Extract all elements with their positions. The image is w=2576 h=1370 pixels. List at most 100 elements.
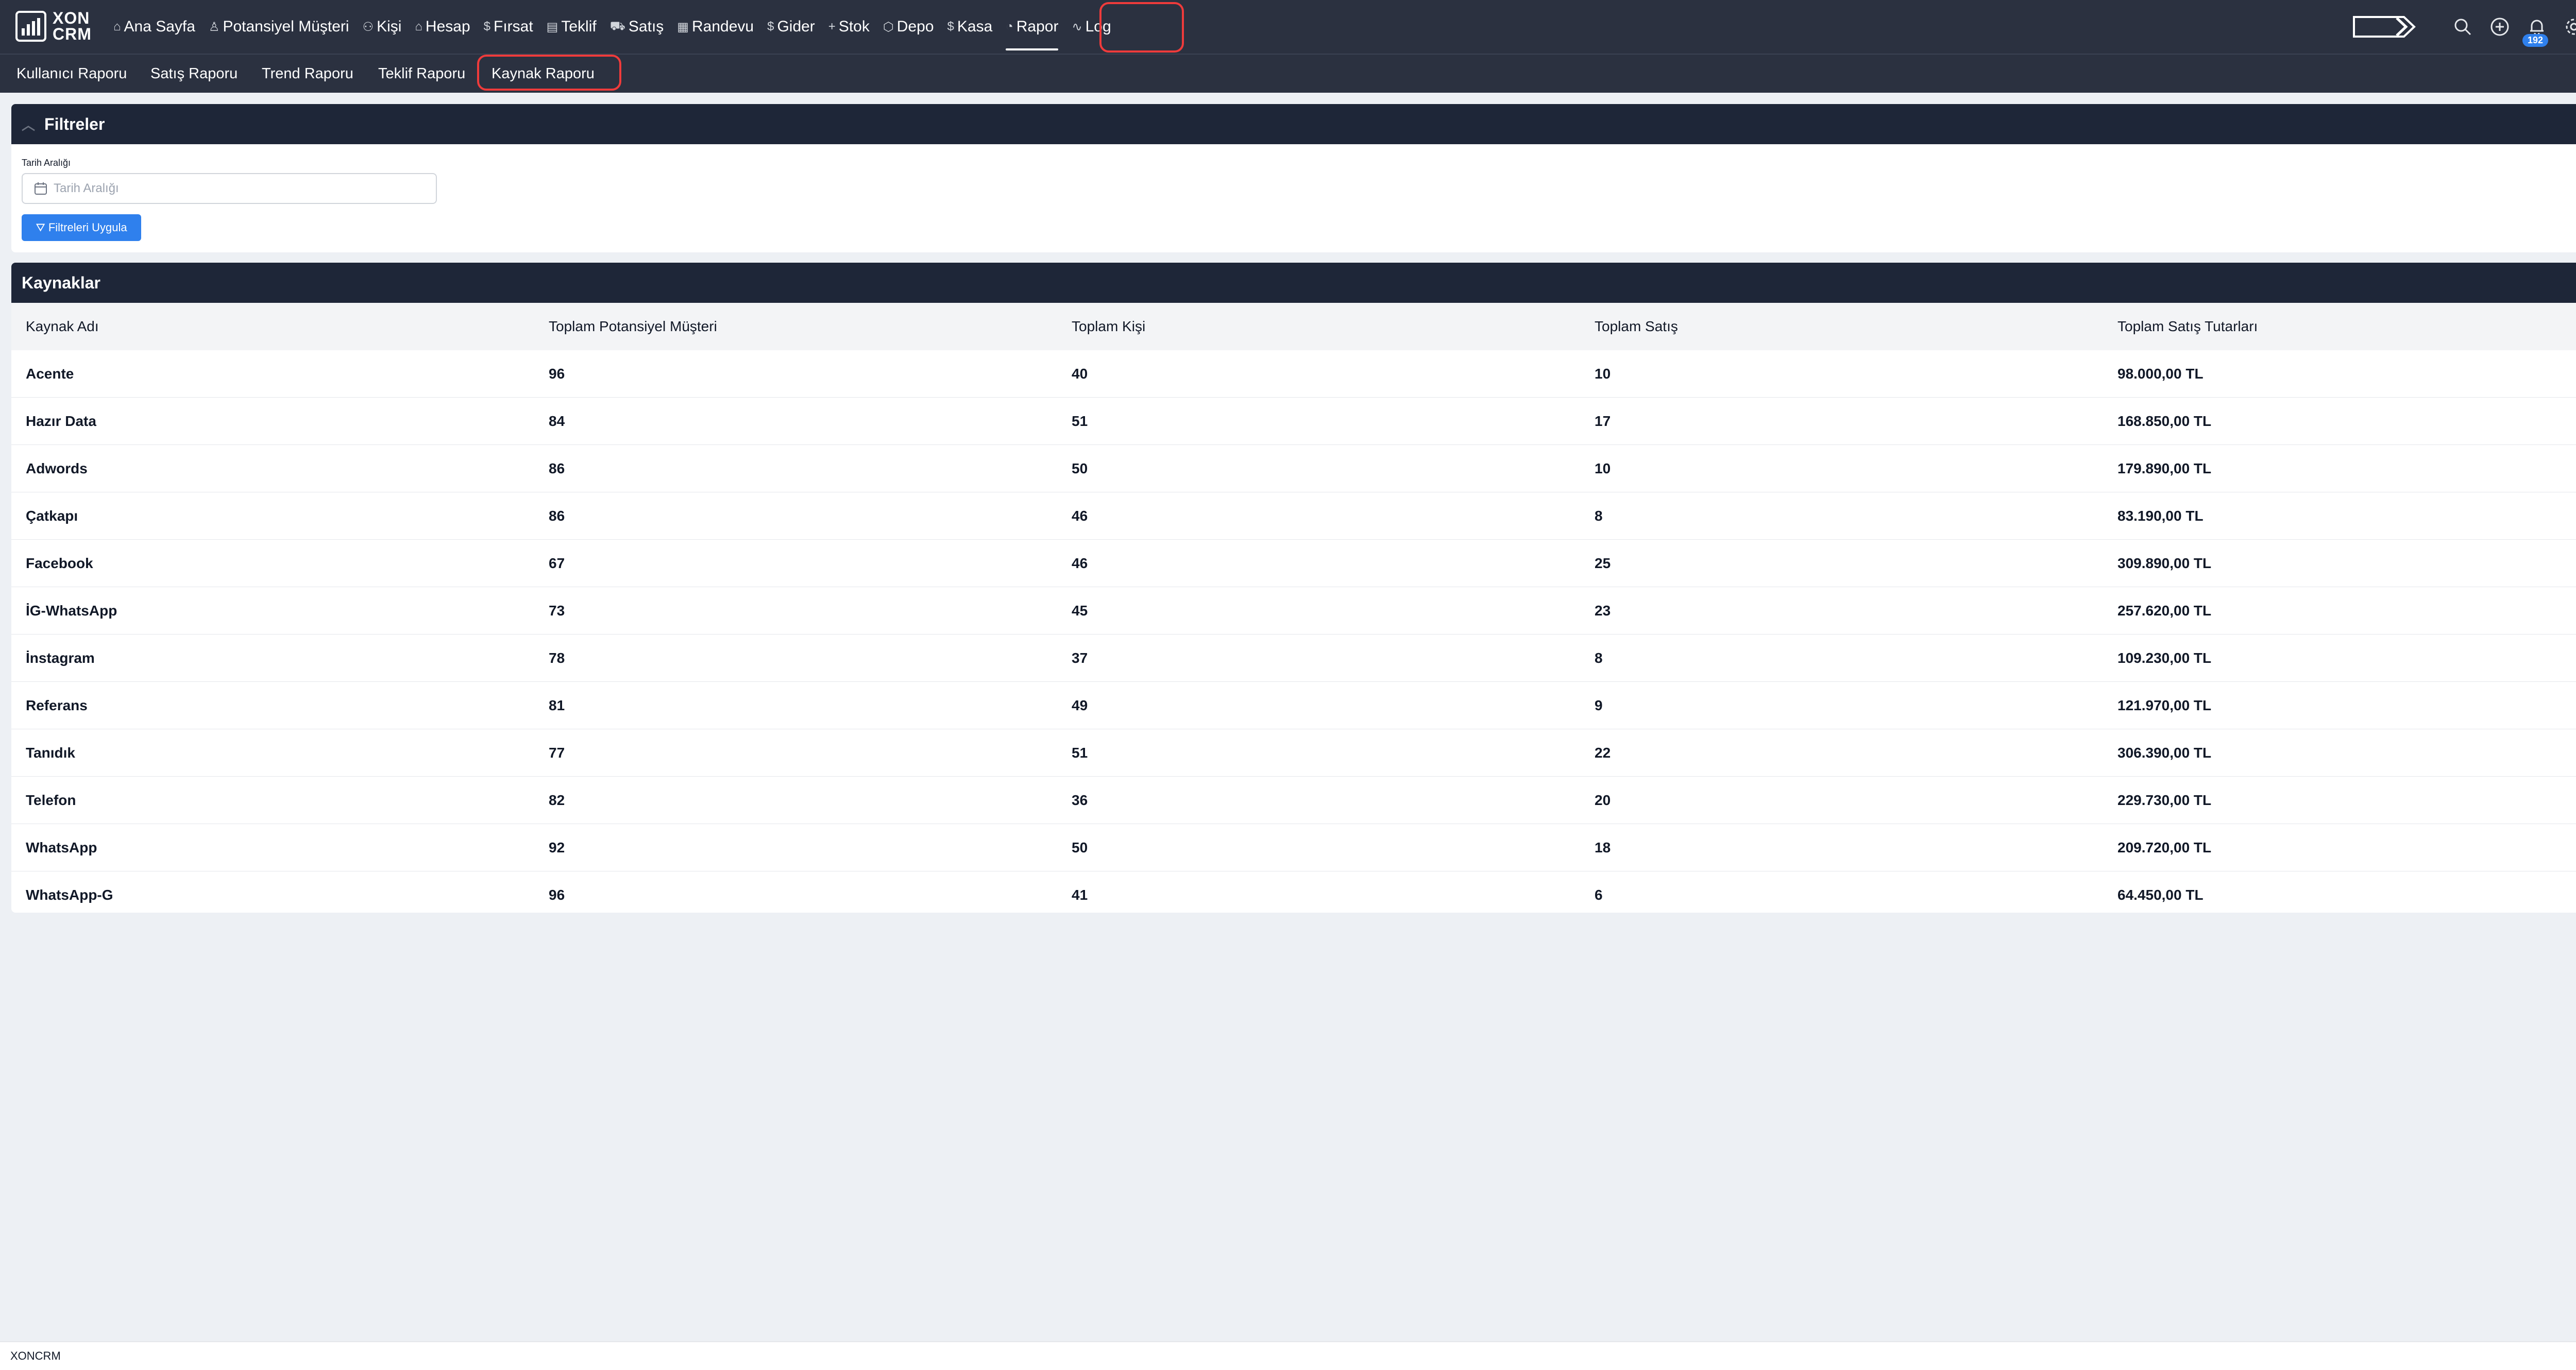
cell-source-name: Tanıdık xyxy=(26,744,75,761)
plus-icon: + xyxy=(828,20,836,33)
cell-sales-amount: 257.620,00 TL xyxy=(2117,602,2212,619)
cell-potential-customers: 96 xyxy=(549,365,565,382)
table-row[interactable]: Hazır Data 84 51 17 168.850,00 TL xyxy=(11,398,2576,445)
add-circle-icon[interactable] xyxy=(2488,15,2511,38)
subnav-kullanici-raporu[interactable]: Kullanıcı Raporu xyxy=(16,55,127,93)
filter-funnel-icon: ⛛ xyxy=(36,221,45,234)
table-row[interactable]: WhatsApp 92 50 18 209.720,00 TL xyxy=(11,824,2576,871)
cell-potential-customers: 77 xyxy=(549,744,565,761)
nav-item-hesap[interactable]: ⌂ Hesap xyxy=(415,0,470,54)
subnav-satis-raporu[interactable]: Satış Raporu xyxy=(150,55,238,93)
nav-label: Kasa xyxy=(957,18,993,35)
nav-item-firsat[interactable]: $ Fırsat xyxy=(484,0,533,54)
table-row[interactable]: Telefon 82 36 20 229.730,00 TL xyxy=(11,777,2576,824)
subnav-kaynak-raporu[interactable]: Kaynak Raporu xyxy=(492,55,595,93)
table-row[interactable]: Facebook 67 46 25 309.890,00 TL xyxy=(11,540,2576,587)
date-range-input[interactable]: Tarih Aralığı xyxy=(22,173,437,204)
nav-item-rapor[interactable]: ◔ Rapor xyxy=(1006,0,1059,54)
cell-persons: 46 xyxy=(1072,507,1088,524)
main-nav: ⌂ Ana Sayfa ♙ Potansiyel Müşteri ⚇ Kişi ⌂ He… xyxy=(113,0,1125,54)
nav-item-kisi[interactable]: ⚇ Kişi xyxy=(363,0,402,54)
cell-sales-amount: 64.450,00 TL xyxy=(2117,886,2204,903)
sources-header: Kaynaklar xyxy=(11,263,2576,303)
cell-sales-amount: 83.190,00 TL xyxy=(2117,507,2204,524)
home-icon: ⌂ xyxy=(415,20,422,33)
apply-filters-label: Filtreleri Uygula xyxy=(48,221,127,234)
table-row[interactable]: İnstagram 78 37 8 109.230,00 TL xyxy=(11,635,2576,682)
cell-persons: 51 xyxy=(1072,744,1088,761)
cell-source-name: Acente xyxy=(26,365,74,382)
table-row[interactable]: Acente 96 40 10 98.000,00 TL xyxy=(11,350,2576,398)
subnav-trend-raporu[interactable]: Trend Raporu xyxy=(262,55,353,93)
settings-gear-icon[interactable] xyxy=(2563,15,2576,38)
cell-persons: 36 xyxy=(1072,792,1088,808)
chart-pie-icon: ◔ xyxy=(1006,20,1013,33)
cell-persons: 50 xyxy=(1072,460,1088,476)
nav-item-kasa[interactable]: $ Kasa xyxy=(947,0,993,54)
column-header-toplam-satis[interactable]: Toplam Satış xyxy=(1595,303,1678,350)
apply-filters-button[interactable]: ⛛ Filtreleri Uygula xyxy=(22,214,141,241)
nav-item-potansiyel-musteri[interactable]: ♙ Potansiyel Müşteri xyxy=(209,0,349,54)
cell-persons: 50 xyxy=(1072,839,1088,855)
cell-source-name: WhatsApp-G xyxy=(26,886,113,903)
cell-persons: 46 xyxy=(1072,555,1088,571)
table-row[interactable]: Tanıdık 77 51 22 306.390,00 TL xyxy=(11,729,2576,777)
cell-sales-amount: 179.890,00 TL xyxy=(2117,460,2212,476)
cell-potential-customers: 67 xyxy=(549,555,565,571)
arrow-right-icon[interactable] xyxy=(2352,15,2416,38)
nav-item-log[interactable]: ∿ Log xyxy=(1072,0,1111,54)
nav-item-satis[interactable]: ⛟ Satış xyxy=(610,0,664,54)
column-header-toplam-kisi[interactable]: Toplam Kişi xyxy=(1072,303,1145,350)
filters-header[interactable]: ︿ Filtreler xyxy=(11,104,2576,144)
cell-source-name: İnstagram xyxy=(26,649,95,666)
cell-source-name: WhatsApp xyxy=(26,839,97,855)
cell-sales: 6 xyxy=(1595,886,1603,903)
table-row[interactable]: İG-WhatsApp 73 45 23 257.620,00 TL xyxy=(11,587,2576,635)
table-row[interactable]: Adwords 86 50 10 179.890,00 TL xyxy=(11,445,2576,492)
cell-sales: 8 xyxy=(1595,649,1603,666)
subnav-teklif-raporu[interactable]: Teklif Raporu xyxy=(378,55,465,93)
nav-item-gider[interactable]: $ Gider xyxy=(767,0,815,54)
column-header-potansiyel-musteri[interactable]: Toplam Potansiyel Müşteri xyxy=(549,303,717,350)
chevron-up-icon[interactable]: ︿ xyxy=(22,115,35,134)
date-range-placeholder: Tarih Aralığı xyxy=(54,181,119,195)
cell-sales-amount: 168.850,00 TL xyxy=(2117,413,2212,429)
app-logo[interactable]: XON CRM xyxy=(15,9,92,43)
table-row[interactable]: WhatsApp-G 96 41 6 64.450,00 TL xyxy=(11,871,2576,913)
cell-persons: 51 xyxy=(1072,413,1088,429)
table-row[interactable]: Çatkapı 86 46 8 83.190,00 TL xyxy=(11,492,2576,540)
nav-item-teklif[interactable]: ▤ Teklif xyxy=(547,0,597,54)
cell-sales-amount: 109.230,00 TL xyxy=(2117,649,2212,666)
nav-label: Gider xyxy=(777,18,815,35)
nav-item-ana-sayfa[interactable]: ⌂ Ana Sayfa xyxy=(113,0,195,54)
column-header-satis-tutarlari[interactable]: Toplam Satış Tutarları xyxy=(2117,303,2258,350)
nav-item-stok[interactable]: + Stok xyxy=(828,0,870,54)
column-header-kaynak-adi[interactable]: Kaynak Adı xyxy=(26,303,99,350)
cell-potential-customers: 86 xyxy=(549,460,565,476)
nav-item-depo[interactable]: ⬡ Depo xyxy=(883,0,934,54)
footer-brand: XONCRM xyxy=(10,1349,61,1362)
cart-icon: ⛟ xyxy=(609,19,625,33)
search-icon[interactable] xyxy=(2451,15,2474,38)
dollar-icon: $ xyxy=(947,20,954,33)
page-footer: XONCRM xyxy=(0,1341,2576,1370)
cell-potential-customers: 73 xyxy=(549,602,565,619)
notification-bell-icon[interactable]: 192 xyxy=(2522,15,2549,47)
cell-sales-amount: 309.890,00 TL xyxy=(2117,555,2212,571)
table-row[interactable]: Referans 81 49 9 121.970,00 TL xyxy=(11,682,2576,729)
top-navbar: XON CRM ⌂ Ana Sayfa ♙ Potansiyel Müşteri ⚇… xyxy=(0,0,2576,54)
sources-title: Kaynaklar xyxy=(22,273,100,292)
nav-item-randevu[interactable]: ▦ Randevu xyxy=(677,0,754,54)
cell-potential-customers: 84 xyxy=(549,413,565,429)
filters-title: Filtreler xyxy=(44,114,105,133)
nav-label: Hesap xyxy=(425,18,470,35)
cell-sales: 10 xyxy=(1595,365,1611,382)
cell-persons: 41 xyxy=(1072,886,1088,903)
cell-persons: 37 xyxy=(1072,649,1088,666)
cell-sales: 25 xyxy=(1595,555,1611,571)
nav-label: Rapor xyxy=(1016,18,1059,35)
cell-potential-customers: 96 xyxy=(549,886,565,903)
dollar-icon: $ xyxy=(483,20,490,33)
box-icon: ⬡ xyxy=(883,20,894,34)
logo-line-1: XON xyxy=(53,9,90,27)
